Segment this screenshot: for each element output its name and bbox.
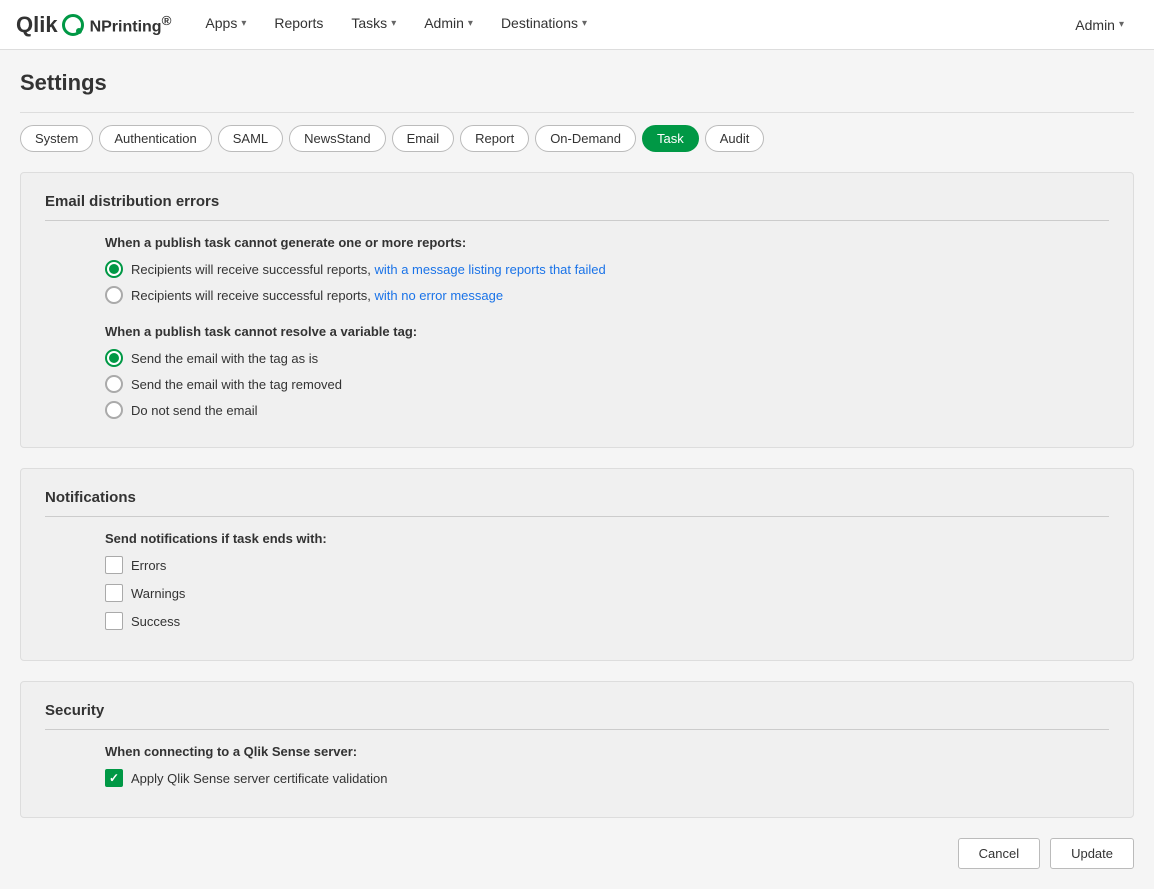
notifications-section: Notifications Send notifications if task… <box>20 468 1134 661</box>
radio-recipients-with-message[interactable]: Recipients will receive successful repor… <box>105 260 1109 278</box>
checkbox-label-success: Success <box>131 614 180 629</box>
security-title: Security <box>45 702 1109 730</box>
publish-field-group: When a publish task cannot generate one … <box>105 235 1109 419</box>
tab-audit[interactable]: Audit <box>705 125 765 152</box>
qlik-text: Qlik <box>16 12 58 38</box>
checkbox-success[interactable]: Success <box>105 612 1109 630</box>
chevron-down-icon: ▾ <box>241 18 246 29</box>
brand-name: NPrinting® <box>90 13 172 36</box>
security-field-group: When connecting to a Qlik Sense server: … <box>105 744 1109 787</box>
tab-system[interactable]: System <box>20 125 93 152</box>
footer-actions: Cancel Update <box>20 838 1134 869</box>
radio-send-tag-as-is[interactable]: Send the email with the tag as is <box>105 349 1109 367</box>
chevron-down-icon: ▾ <box>391 18 396 29</box>
chevron-down-icon: ▾ <box>468 18 473 29</box>
checkbox-icon-success <box>105 612 123 630</box>
radio-recipients-no-message[interactable]: Recipients will receive successful repor… <box>105 286 1109 304</box>
nav-admin-user[interactable]: Admin ▾ <box>1061 0 1138 50</box>
notifications-field-group: Send notifications if task ends with: Er… <box>105 531 1109 630</box>
checkbox-label-cert: Apply Qlik Sense server certificate vali… <box>131 771 388 786</box>
checkbox-label-errors: Errors <box>131 558 166 573</box>
nav-apps[interactable]: Apps ▾ <box>191 0 260 50</box>
page-title: Settings <box>20 70 1134 96</box>
checkbox-icon-cert <box>105 769 123 787</box>
radio-icon-unchecked-2 <box>105 375 123 393</box>
radio-icon-checked-2 <box>105 349 123 367</box>
radio-do-not-send[interactable]: Do not send the email <box>105 401 1109 419</box>
variable-field-group: When a publish task cannot resolve a var… <box>105 324 1109 419</box>
radio-icon-checked <box>105 260 123 278</box>
security-connecting-label: When connecting to a Qlik Sense server: <box>105 744 1109 759</box>
tab-email[interactable]: Email <box>392 125 455 152</box>
chevron-down-icon: ▾ <box>582 18 587 29</box>
page-content: Settings System Authentication SAML News… <box>0 50 1154 889</box>
tab-task[interactable]: Task <box>642 125 699 152</box>
brand: Qlik NPrinting® <box>16 12 171 38</box>
radio-label-5: Do not send the email <box>131 403 257 418</box>
navbar: Qlik NPrinting® Apps ▾ Reports Tasks ▾ A… <box>0 0 1154 50</box>
security-section: Security When connecting to a Qlik Sense… <box>20 681 1134 818</box>
qlik-icon <box>62 14 84 36</box>
radio-icon-unchecked <box>105 286 123 304</box>
nav-right: Admin ▾ <box>1061 0 1138 50</box>
tab-on-demand[interactable]: On-Demand <box>535 125 636 152</box>
radio-send-tag-removed[interactable]: Send the email with the tag removed <box>105 375 1109 393</box>
checkbox-warnings[interactable]: Warnings <box>105 584 1109 602</box>
cancel-button[interactable]: Cancel <box>958 838 1040 869</box>
update-button[interactable]: Update <box>1050 838 1134 869</box>
checkbox-errors[interactable]: Errors <box>105 556 1109 574</box>
nav-reports[interactable]: Reports <box>260 0 337 50</box>
variable-label: When a publish task cannot resolve a var… <box>105 324 1109 339</box>
radio-label-2: Recipients will receive successful repor… <box>131 288 503 303</box>
radio-label-1: Recipients will receive successful repor… <box>131 262 606 277</box>
tab-authentication[interactable]: Authentication <box>99 125 211 152</box>
notifications-title: Notifications <box>45 489 1109 517</box>
email-distribution-section: Email distribution errors When a publish… <box>20 172 1134 448</box>
tab-report[interactable]: Report <box>460 125 529 152</box>
nav-tasks[interactable]: Tasks ▾ <box>337 0 410 50</box>
notifications-send-label: Send notifications if task ends with: <box>105 531 1109 546</box>
chevron-down-icon: ▾ <box>1119 19 1124 30</box>
qlik-logo: Qlik <box>16 12 84 38</box>
radio-label-4: Send the email with the tag removed <box>131 377 342 392</box>
publish-label: When a publish task cannot generate one … <box>105 235 1109 250</box>
tabs-row: System Authentication SAML NewsStand Ema… <box>20 113 1134 152</box>
nav-destinations[interactable]: Destinations ▾ <box>487 0 601 50</box>
checkbox-cert-validation[interactable]: Apply Qlik Sense server certificate vali… <box>105 769 1109 787</box>
nav-admin[interactable]: Admin ▾ <box>410 0 487 50</box>
checkbox-icon-errors <box>105 556 123 574</box>
checkbox-icon-warnings <box>105 584 123 602</box>
email-distribution-title: Email distribution errors <box>45 193 1109 221</box>
radio-label-3: Send the email with the tag as is <box>131 351 318 366</box>
radio-icon-unchecked-3 <box>105 401 123 419</box>
nav-items: Apps ▾ Reports Tasks ▾ Admin ▾ Destinati… <box>191 0 1061 49</box>
tab-newsstand[interactable]: NewsStand <box>289 125 385 152</box>
tab-saml[interactable]: SAML <box>218 125 283 152</box>
checkbox-label-warnings: Warnings <box>131 586 185 601</box>
